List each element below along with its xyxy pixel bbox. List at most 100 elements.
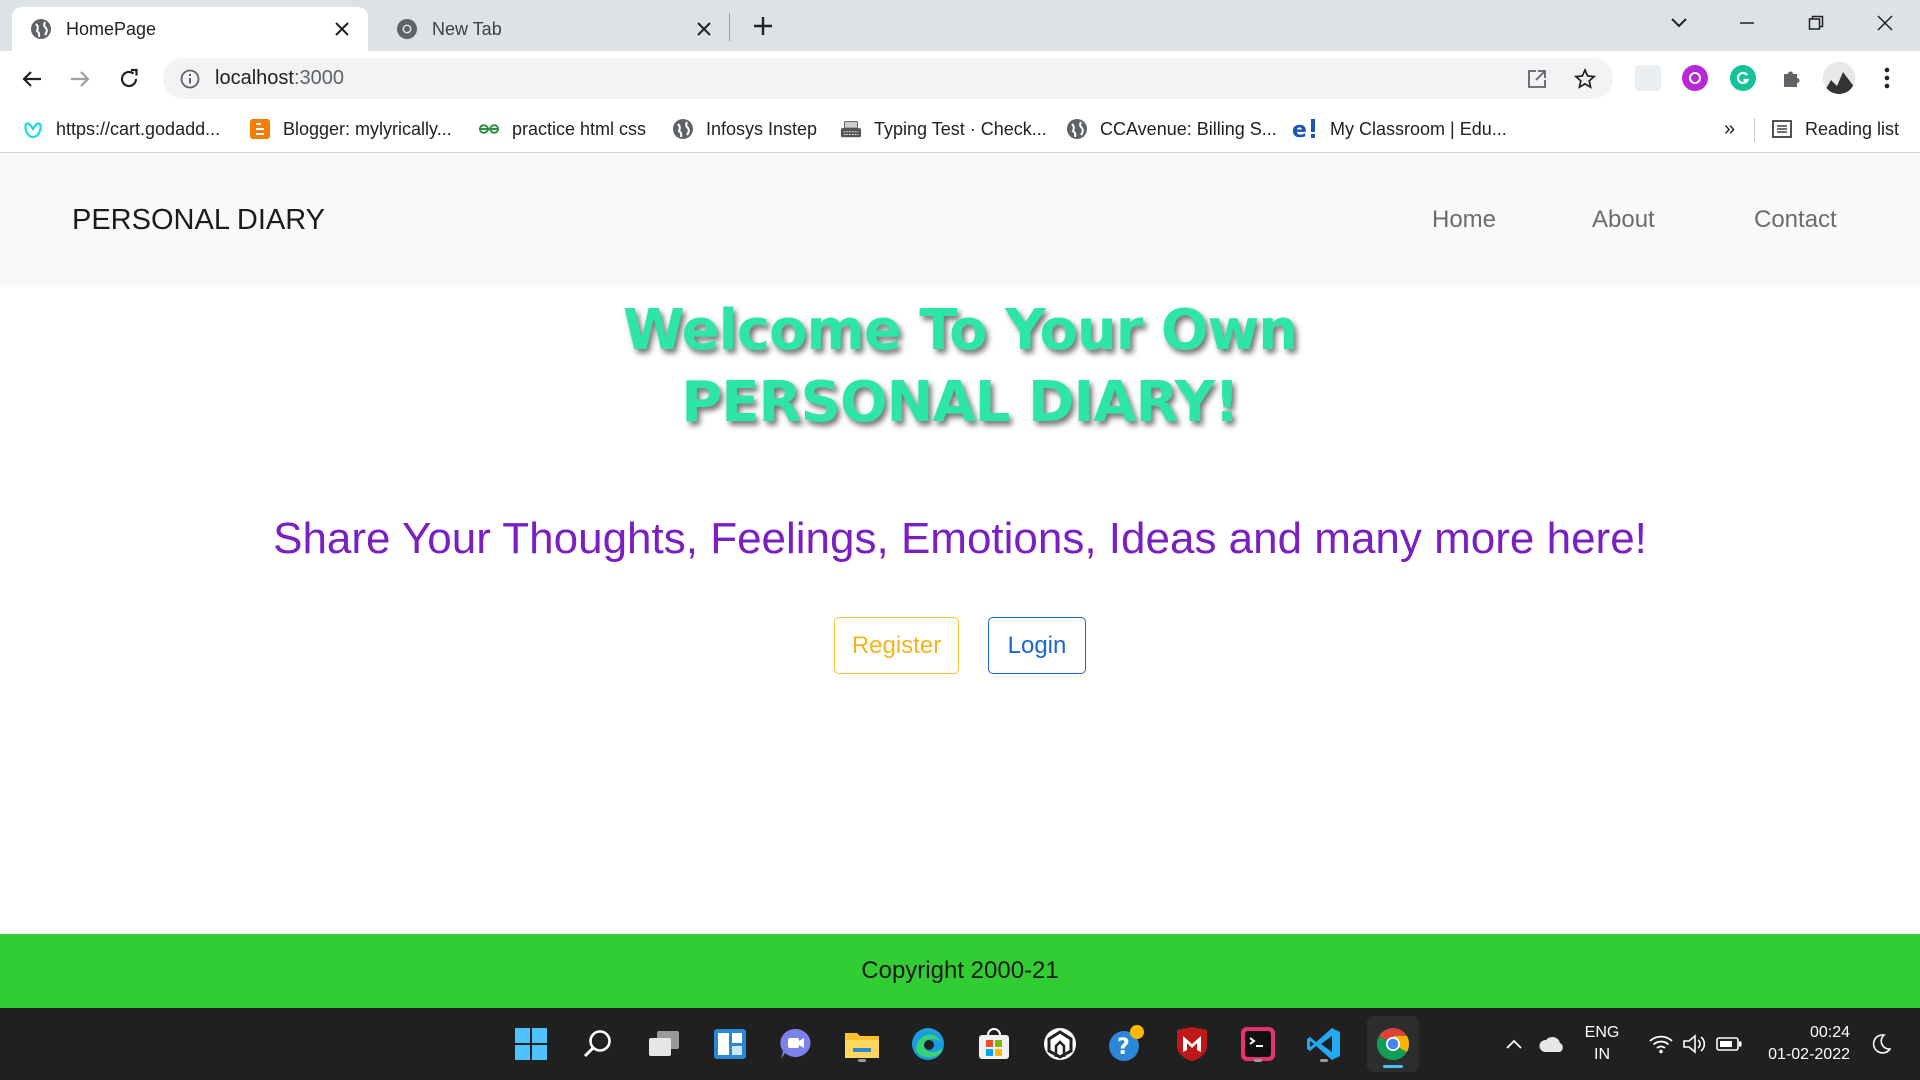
widgets-icon[interactable] (708, 1022, 752, 1066)
login-button[interactable]: Login (988, 617, 1086, 674)
bookmark-label: CCAvenue: Billing S... (1100, 118, 1277, 139)
volume-icon[interactable] (1680, 1022, 1710, 1066)
extensions-puzzle-icon[interactable] (1778, 65, 1804, 91)
language-indicator[interactable]: ENG IN (1576, 1022, 1628, 1066)
bookmark-typing-test[interactable]: Typing Test · Check... (840, 116, 1047, 142)
clock-date: 01-02-2022 (1768, 1046, 1850, 1063)
hero-line-2: PERSONAL DIARY! (681, 370, 1240, 435)
site-info-icon[interactable] (179, 68, 201, 90)
chrome-icon (396, 18, 418, 40)
bookmark-ccavenue[interactable]: CCAvenue: Billing S... (1066, 116, 1277, 142)
get-help-icon[interactable]: ? (1104, 1022, 1148, 1066)
back-arrow-icon[interactable] (16, 63, 48, 95)
nav-link-contact[interactable]: Contact (1754, 206, 1837, 234)
minimize-icon[interactable] (1732, 10, 1762, 36)
search-icon[interactable] (576, 1022, 620, 1066)
tab-search-chevron-icon[interactable] (1664, 10, 1694, 36)
vscode-icon[interactable] (1302, 1022, 1346, 1066)
mcafee-icon[interactable] (1170, 1022, 1214, 1066)
bookmark-my-classroom[interactable]: e My Classroom | Edu... (1292, 116, 1507, 142)
github-desktop-icon[interactable] (1038, 1022, 1082, 1066)
browser-tab-bar: HomePage New Tab (0, 0, 1920, 51)
restore-icon[interactable] (1801, 10, 1831, 36)
bookmark-blogger[interactable]: Blogger: mylyrically... (249, 116, 452, 142)
site-brand[interactable]: PERSONAL DIARY (72, 204, 325, 237)
browser-toolbar: localhost:3000 (0, 51, 1920, 106)
onedrive-cloud-icon[interactable] (1536, 1022, 1568, 1066)
svg-text:?: ? (1117, 1035, 1130, 1060)
nav-link-home[interactable]: Home (1432, 206, 1496, 234)
bookmark-label: https://cart.godadd... (56, 118, 221, 139)
task-view-icon[interactable] (642, 1022, 686, 1066)
battery-icon[interactable] (1714, 1022, 1744, 1066)
tagline: Share Your Thoughts, Feelings, Emotions,… (273, 514, 1647, 563)
bookmarks-bar: https://cart.godadd... Blogger: mylyrica… (0, 106, 1920, 153)
tray-chevron-up-icon[interactable] (1500, 1022, 1528, 1066)
running-indicator (1254, 1059, 1262, 1062)
bookmark-godaddy[interactable]: https://cart.godadd... (22, 116, 220, 142)
typewriter-icon (840, 118, 862, 140)
bookmark-star-icon[interactable] (1573, 67, 1597, 91)
forward-arrow-icon[interactable] (64, 63, 96, 95)
microsoft-store-icon[interactable] (972, 1022, 1016, 1066)
register-button[interactable]: Register (834, 617, 959, 674)
godaddy-icon (22, 118, 44, 140)
reading-list-icon (1771, 118, 1793, 140)
tab-title: HomePage (66, 18, 157, 39)
bookmark-label: Blogger: mylyrically... (283, 118, 452, 139)
nav-link-about[interactable]: About (1592, 206, 1655, 234)
hero-line-1: Welcome To Your Own (622, 298, 1298, 363)
windows-start-icon[interactable] (509, 1022, 553, 1066)
blogger-icon (249, 118, 271, 140)
url-port: :3000 (293, 67, 344, 89)
new-tab-plus-icon[interactable] (749, 12, 777, 40)
tab-new-tab[interactable]: New Tab (378, 7, 730, 51)
extension-purple-icon[interactable] (1682, 65, 1708, 91)
clock[interactable]: 00:24 01-02-2022 (1756, 1022, 1850, 1066)
tab-title: New Tab (432, 18, 502, 39)
extension-blank-icon[interactable] (1635, 65, 1661, 91)
hero-heading: Welcome To Your Own PERSONAL DIARY! (0, 295, 1920, 439)
clock-time: 00:24 (1809, 1024, 1850, 1041)
globe-icon (672, 118, 694, 140)
region-code: IN (1594, 1046, 1610, 1063)
bookmark-infosys-instep[interactable]: Infosys Instep (672, 116, 817, 142)
grammarly-icon[interactable] (1730, 65, 1756, 91)
chrome-taskbar-icon[interactable] (1367, 1016, 1419, 1072)
bookmark-label: Infosys Instep (706, 118, 818, 139)
terminal-icon[interactable] (1236, 1022, 1280, 1066)
close-icon[interactable] (694, 19, 714, 39)
url-text[interactable]: localhost:3000 (215, 67, 344, 90)
teams-chat-icon[interactable] (774, 1022, 818, 1066)
bookmark-practice-html-css[interactable]: practice html css (478, 116, 646, 142)
close-icon[interactable] (332, 19, 352, 39)
svg-text:e: e (1292, 118, 1307, 141)
windows-taskbar: ? ENG IN 00:24 01-02-2022 (0, 1008, 1920, 1080)
profile-avatar[interactable] (1823, 62, 1855, 94)
notification-moon-icon[interactable] (1866, 1022, 1896, 1066)
bookmark-label: Typing Test · Check... (874, 118, 1047, 139)
running-indicator (858, 1059, 866, 1062)
bookmarks-overflow-button[interactable]: » (1724, 116, 1735, 142)
share-icon[interactable] (1525, 67, 1549, 91)
edge-browser-icon[interactable] (906, 1022, 950, 1066)
site-footer: Copyright 2000-21 (0, 934, 1920, 1008)
language-code: ENG (1584, 1024, 1620, 1041)
edureka-icon: e (1292, 118, 1318, 141)
bookmark-label: practice html css (512, 118, 647, 139)
address-bar[interactable]: localhost:3000 (163, 58, 1613, 99)
wifi-icon[interactable] (1646, 1022, 1676, 1066)
chrome-menu-kebab-icon[interactable] (1874, 65, 1900, 91)
geeksforgeeks-icon (478, 118, 500, 140)
running-indicator (1383, 1065, 1403, 1068)
reload-icon[interactable] (113, 63, 145, 95)
tab-homepage[interactable]: HomePage (12, 7, 368, 51)
tab-separator (729, 13, 730, 41)
reading-list-button[interactable]: Reading list (1771, 116, 1899, 142)
bookmark-label: My Classroom | Edu... (1330, 118, 1507, 139)
globe-icon (30, 18, 52, 40)
file-explorer-icon[interactable] (840, 1022, 884, 1066)
url-host: localhost (215, 67, 294, 89)
close-window-icon[interactable] (1870, 10, 1900, 36)
running-indicator (1320, 1059, 1328, 1062)
